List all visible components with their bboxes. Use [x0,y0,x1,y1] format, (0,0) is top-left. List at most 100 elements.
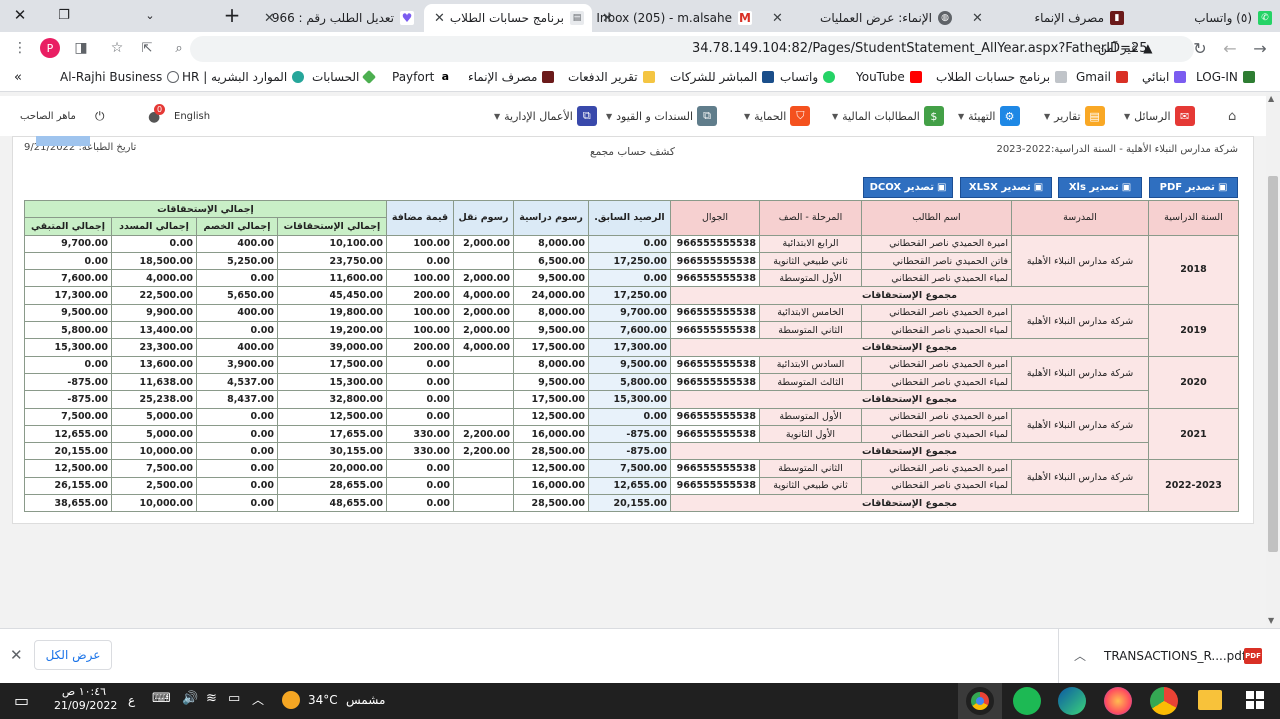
chrome-icon[interactable] [1150,687,1178,715]
button-label: تصدير XLSX [968,182,1031,193]
bookmark-accounts[interactable]: الحسابات [312,69,377,85]
bookmark-abnai[interactable]: ابنائي [1142,70,1187,84]
export-xls-button[interactable]: ▣ تصدير Xls [1058,177,1142,198]
bookmark-payfort[interactable]: a Payfort [392,70,452,84]
notification-center-icon[interactable]: ▭ [14,691,29,710]
bookmark-payments-report[interactable]: تقرير الدفعات [568,70,655,84]
wifi-icon[interactable]: ≋ [206,691,217,706]
nav-messages[interactable]: ✉ الرسائل ▼ [1124,106,1195,126]
tab-student-accounts[interactable]: ✕ ▤ برنامج حسابات الطلاب [424,4,592,32]
firefox-icon[interactable] [1104,687,1132,715]
nav-label: الحماية [754,109,787,123]
nav-protection[interactable]: ⛉ الحماية ▼ [744,106,811,126]
bookmark-direct[interactable]: المباشر للشركات [670,70,775,84]
share-icon[interactable]: ⇱ [138,39,156,57]
url-text[interactable]: 34.78.149.104:82/Pages/StudentStatement_… [692,41,1148,56]
edge-icon[interactable] [1058,687,1086,715]
close-tab-icon[interactable]: ✕ [972,11,983,26]
export-xlsx-button[interactable]: ▣ تصدير XLSX [960,177,1052,198]
total-paid-header: إجمالي المسدد [111,217,197,236]
tab-alinma-ops[interactable]: ✕ ◍ الإنماء: عرض العمليات [762,4,960,32]
input-language[interactable]: ع [128,693,135,707]
paid-cell: 2,500.00 [111,476,197,496]
menu-kebab-icon[interactable]: ⋮ [12,38,28,58]
restore-window-icon[interactable]: ❐ [44,0,84,30]
tab-whatsapp[interactable]: ✆ (٥) واتساب [1133,4,1280,32]
battery-icon[interactable]: ▭ [228,691,240,706]
back-arrow-icon[interactable]: → [1250,38,1270,58]
home-icon[interactable]: ⌂ [1228,109,1236,124]
scrollbar-thumb[interactable] [1268,176,1278,552]
prev-balance-cell: 5,800.00 [588,372,671,392]
spotify-icon[interactable] [1013,687,1041,715]
close-window-button[interactable]: ✕ [0,0,40,30]
nav-setup[interactable]: ⚙ التهيئة ▼ [958,106,1020,126]
chevron-up-icon[interactable]: ︿ [252,691,264,708]
zoom-icon[interactable]: ⌕ [170,39,188,57]
tab-edit-request[interactable]: ✕ ♥ تعديل الطلب رقم : 966 [254,4,422,32]
tab-alinma[interactable]: ✕ ▮ مصرف الإنماء [962,4,1132,32]
nav-reports[interactable]: ▤ تقارير ▼ [1044,106,1105,126]
total-remaining-header: إجمالي المتبقي [24,217,112,236]
close-downloads-icon[interactable]: ✕ [10,646,23,664]
nav-vouchers[interactable]: ⧉ السندات و القيود ▼ [606,106,718,126]
language-switch[interactable]: English [174,111,210,122]
paid-total: 25,238.00 [111,390,197,409]
bookmarks-overflow-icon[interactable]: » [14,70,22,85]
vat-cell: 0.00 [386,459,454,478]
export-pdf-button[interactable]: ▣ تصدير PDF [1149,177,1238,198]
remaining-cell: 7,500.00 [24,407,112,426]
export-docx-button[interactable]: ▣ تصدير DCOX [863,177,953,198]
nav-admin[interactable]: ⧉ الأعمال الإدارية ▼ [494,106,597,126]
chrome-icon[interactable] [966,687,994,715]
new-tab-button[interactable]: + [212,0,252,30]
sidebar-icon[interactable]: ◨ [72,39,90,57]
discount-cell: 0.00 [196,476,278,496]
school-cell: شركة مدارس النبلاء الأهلية [1011,355,1149,392]
tuition-cell: 9,500.00 [513,269,589,288]
bookmark-whatsapp[interactable]: واتساب [780,70,836,84]
sun-icon [282,691,300,709]
transport-total [453,494,514,513]
close-tab-icon[interactable]: ✕ [264,11,275,26]
volume-icon[interactable]: 🔊 [182,691,198,706]
scroll-down-arrow-icon[interactable]: ▼ [1268,616,1274,625]
year-cell: 2019 [1148,303,1239,357]
profile-avatar[interactable]: P [40,38,60,58]
tab-gmail[interactable]: ✕ M Inbox (205) - m.alsahe [592,4,760,32]
clock-time: ١٠:٤٦ ص [61,685,107,698]
nav-financial-claims[interactable]: $ المطالبات المالية ▼ [832,106,944,126]
weather-temp[interactable]: 34°C [308,693,338,707]
keyboard-icon[interactable]: ⌨ [152,691,171,706]
weather-text[interactable]: مشمس [346,693,385,707]
student-name-cell: اميرة الحميدي ناصر القحطاني [861,355,1012,374]
chevron-up-icon[interactable]: ︿ [1074,647,1086,664]
power-icon[interactable]: ⏻ [95,109,105,124]
file-explorer-icon[interactable] [1198,690,1222,710]
tab-search-icon[interactable]: ⌄ [130,0,170,30]
show-all-downloads-button[interactable]: عرض الكل [34,640,112,670]
close-tab-icon[interactable]: ✕ [434,11,445,26]
bookmark-student-accounts[interactable]: برنامج حسابات الطلاب [936,70,1068,84]
scroll-up-arrow-icon[interactable]: ▲ [1268,94,1274,103]
close-tab-icon[interactable]: ✕ [772,11,783,26]
bookmark-hr[interactable]: الموارد البشريه | HR [182,70,305,84]
notifications-icon[interactable]: ● 0 [148,104,165,125]
total-discount-header: إجمالي الخصم [196,217,278,236]
bookmark-youtube[interactable]: YouTube [856,70,922,84]
bookmark-login[interactable]: LOG-IN [1196,70,1255,84]
forward-arrow-icon[interactable]: ← [1220,38,1240,58]
bookmark-star-icon[interactable]: ☆ [108,39,126,57]
bookmark-alinma[interactable]: مصرف الإنماء [468,70,555,84]
chevron-down-icon: ▼ [744,111,751,121]
user-name[interactable]: ماهر الصاحب [20,111,76,122]
due-cell: 11,600.00 [277,269,387,288]
discount-cell: 0.00 [196,424,278,444]
close-tab-icon[interactable]: ✕ [602,11,613,26]
bookmark-gmail[interactable]: Gmail [1076,70,1129,84]
download-file-name[interactable]: TRANSACTIONS_R....pdf [1104,649,1246,663]
clock[interactable]: ١٠:٤٦ ص 21/09/2022 [54,685,117,713]
bookmark-alrajhi[interactable]: Al-Rajhi Business [60,70,180,84]
windows-start-icon[interactable] [1246,691,1264,709]
selection-highlight [36,136,90,146]
